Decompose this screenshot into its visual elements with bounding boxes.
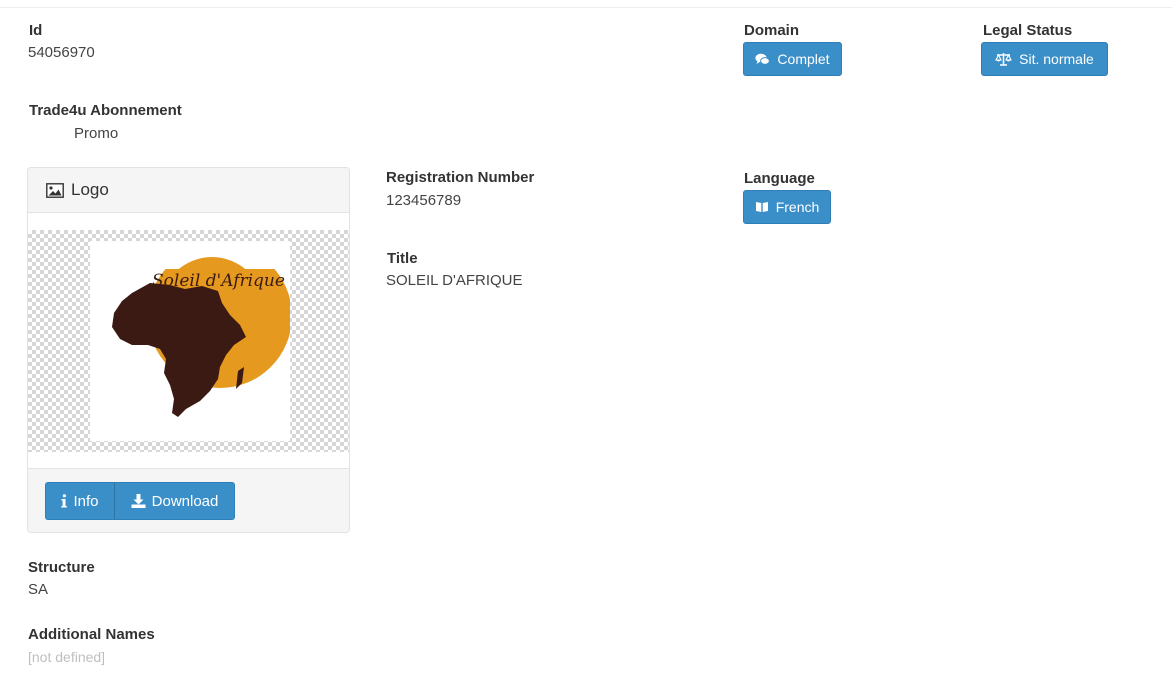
additional-names-label: Additional Names [28,626,155,643]
download-button-label: Download [151,492,219,510]
logo-panel-header: Logo [28,168,349,213]
structure-label: Structure [28,559,95,576]
logo-panel: Logo Soleil d'Afrique Info Download [27,167,350,533]
language-label: Language [744,170,815,187]
language-button[interactable]: French [743,190,831,224]
domain-button[interactable]: Complet [743,42,842,76]
soleil-afrique-logo: Soleil d'Afrique [90,241,292,441]
structure-value: SA [28,581,49,598]
comments-icon [755,53,771,65]
legal-status-button[interactable]: Sit. normale [981,42,1108,76]
title-label: Title [387,250,418,267]
top-divider [0,7,1172,8]
logo-action-group: Info Download [45,482,235,520]
info-icon [61,494,68,508]
info-button-label: Info [73,492,99,510]
transparency-background: Soleil d'Afrique [28,230,349,452]
language-button-label: French [775,199,820,215]
subscription-label: Trade4u Abonnement [29,102,182,119]
logo-preview-area: Soleil d'Afrique [28,213,349,469]
logo-panel-title: Logo [71,180,109,199]
download-button[interactable]: Download [115,482,235,520]
logo-panel-footer: Info Download [28,468,349,532]
info-button[interactable]: Info [45,482,115,520]
logo-text: Soleil d'Afrique [152,271,285,291]
legal-status-button-label: Sit. normale [1019,51,1094,67]
id-label: Id [29,22,43,39]
additional-names-value: [not defined] [28,649,106,665]
title-value: SOLEIL D'AFRIQUE [386,272,523,289]
download-icon [131,494,146,508]
subscription-value: Promo [74,125,119,142]
company-detail-page: Id 54056970 Domain Complet Legal Status … [0,0,1172,684]
domain-label: Domain [744,22,800,39]
balance-scale-icon [995,53,1013,66]
book-icon [755,202,768,212]
registration-value: 123456789 [386,192,462,209]
registration-label: Registration Number [386,169,535,186]
legal-status-label: Legal Status [983,22,1073,39]
company-logo-image[interactable]: Soleil d'Afrique [90,241,292,441]
image-icon [46,182,64,198]
domain-button-label: Complet [777,51,830,67]
id-value: 54056970 [28,44,95,61]
